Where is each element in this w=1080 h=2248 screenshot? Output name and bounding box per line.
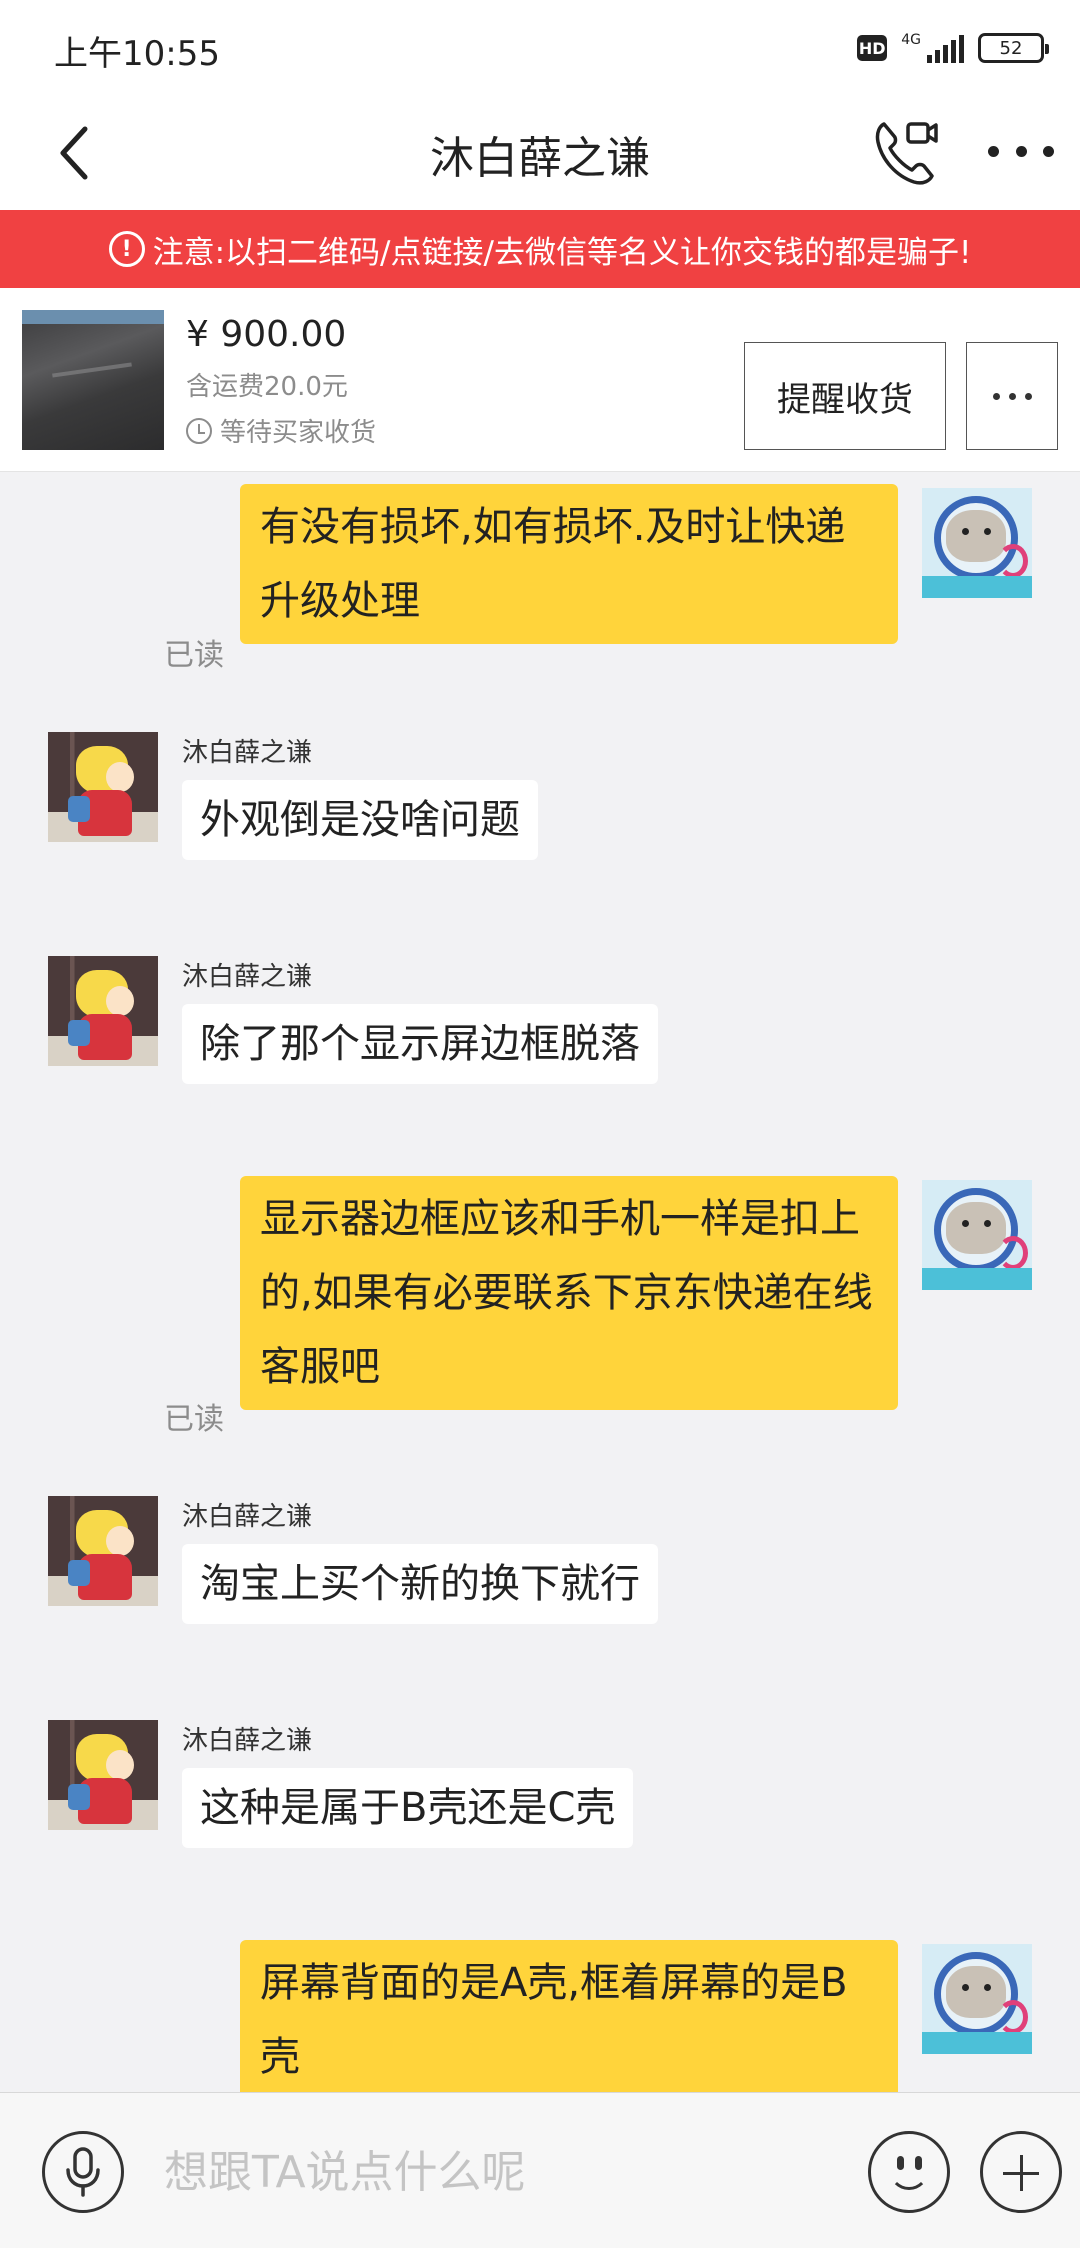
sender-name: 沐白薛之谦 [182,1726,313,1756]
dot [1043,145,1054,157]
message-text: 淘宝上买个新的换下就行 [182,1544,658,1624]
battery-level: 52 [999,37,1023,59]
back-chevron-icon [60,126,88,180]
message-bubble-received[interactable]: 这种是属于B壳还是C壳 [182,1768,634,1848]
message-text: 屏幕背面的是A壳,框着屏幕的是B壳 [240,1940,898,2092]
my-avatar[interactable] [922,1944,1032,2054]
dot [1024,392,1032,400]
sender-name: 沐白薛之谦 [182,962,313,992]
warning-icon: ! [108,231,145,267]
order-card[interactable]: ¥ 900.00 含运费20.0元 等待买家收货 提醒收货 [0,288,1080,472]
shipping-fee: 含运费20.0元 [186,372,348,402]
message-bubble-received[interactable]: 除了那个显示屏边框脱落 [182,1004,658,1084]
message-text: 这种是属于B壳还是C壳 [182,1768,634,1848]
status-bar: 上午10:55 HD 4G 52 [0,0,1080,96]
warning-text: 注意:以扫二维码/点链接/去微信等名义让你交钱的都是骗子! [152,234,972,271]
my-avatar[interactable] [922,488,1032,598]
contact-avatar[interactable] [48,1720,158,1830]
more-actions-plus-button[interactable] [980,2131,1062,2213]
sender-name: 沐白薛之谦 [182,738,313,768]
status-indicators: HD 4G 52 [857,30,1049,66]
emoji-button[interactable] [868,2131,950,2213]
microphone-icon [66,2147,100,2197]
dot [988,145,999,157]
my-avatar[interactable] [922,1180,1032,1290]
contact-avatar[interactable] [48,1496,158,1606]
message-bubble-sent[interactable]: 显示器边框应该和手机一样是扣上的,如果有必要联系下京东快递在线客服吧 [240,1176,898,1410]
dot [1015,145,1027,157]
message-text: 有没有损坏,如有损坏.及时让快递升级处理 [240,484,898,644]
message-bubble-received[interactable]: 淘宝上买个新的换下就行 [182,1544,658,1624]
smiley-icon [889,2164,929,2190]
message-bubble-sent[interactable]: 屏幕背面的是A壳,框着屏幕的是B壳 [240,1940,898,2092]
scam-warning-banner: ! 注意:以扫二维码/点链接/去微信等名义让你交钱的都是骗子! [0,210,1080,288]
product-thumbnail[interactable] [22,310,164,450]
message-bubble-sent[interactable]: 有没有损坏,如有损坏.及时让快递升级处理 [240,484,898,644]
order-status-text: 等待买家收货 [220,418,377,448]
read-receipt: 已读 [164,638,224,673]
back-button[interactable] [44,118,104,188]
more-options-button[interactable] [988,126,1054,176]
hd-icon: HD [857,35,888,61]
clock-icon [186,417,212,444]
read-receipt: 已读 [164,1402,224,1437]
message-input[interactable] [150,2129,850,2215]
order-price: ¥ 900.00 [186,314,347,355]
status-time: 上午10:55 [54,34,220,74]
battery-icon: 52 [978,33,1049,63]
network-type: 4G [901,32,921,48]
message-text: 除了那个显示屏边框脱落 [182,1004,658,1084]
dot [992,392,1000,400]
contact-avatar[interactable] [48,732,158,842]
call-button[interactable] [870,114,942,190]
sender-name: 沐白薛之谦 [182,1502,313,1532]
message-text: 外观倒是没啥问题 [182,780,538,860]
dot [1008,392,1016,400]
chat-header: 沐白薛之谦 [0,96,1080,210]
contact-avatar[interactable] [48,956,158,1066]
order-more-button[interactable] [966,342,1058,450]
voice-button[interactable] [42,2131,124,2213]
phone-video-icon [875,122,938,185]
message-text: 显示器边框应该和手机一样是扣上的,如果有必要联系下京东快递在线客服吧 [240,1176,898,1410]
remind-receipt-button[interactable]: 提醒收货 [744,342,946,450]
message-input-bar [0,2092,1080,2248]
network-indicator: 4G [901,33,964,63]
chat-message-list[interactable]: 有没有损坏,如有损坏.及时让快递升级处理 已读 沐白薛之谦 外观倒是没啥问题 沐… [0,472,1080,2092]
order-status: 等待买家收货 [186,412,376,449]
signal-icon [927,35,964,63]
message-bubble-received[interactable]: 外观倒是没啥问题 [182,780,538,860]
